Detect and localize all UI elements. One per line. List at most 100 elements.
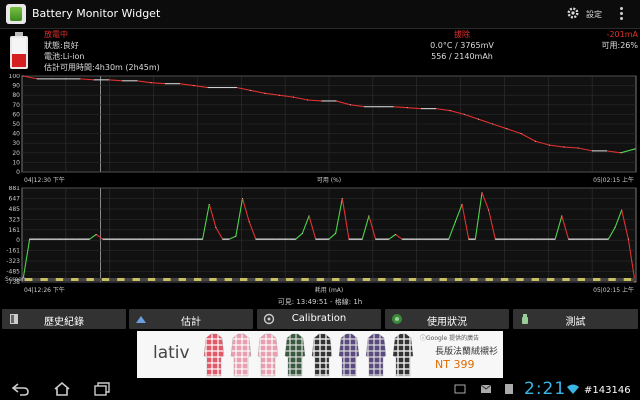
temp-voltage: 0.0°C / 3765mV bbox=[430, 41, 494, 50]
recent-apps-icon[interactable] bbox=[92, 381, 112, 397]
x-start-label: 04|12:30 下午 bbox=[24, 176, 65, 184]
screen-on-segment bbox=[71, 278, 79, 281]
data-point bbox=[361, 238, 363, 240]
data-point bbox=[414, 238, 416, 240]
y-tick-label: 0 bbox=[16, 169, 20, 176]
data-point bbox=[501, 238, 503, 240]
data-point bbox=[401, 238, 403, 240]
y-tick-label: 40 bbox=[12, 131, 20, 138]
data-point bbox=[349, 104, 351, 106]
tab-history[interactable]: 歷史紀錄 bbox=[2, 309, 126, 329]
ad-product-name: 長版法蘭絨襯衫 bbox=[435, 347, 499, 357]
screen-on-segment bbox=[193, 278, 202, 281]
y-tick-label: 60 bbox=[12, 111, 20, 118]
screen-on-segment bbox=[286, 278, 294, 281]
y-tick-label: 90 bbox=[12, 83, 20, 90]
plug-state: 拔除 bbox=[454, 30, 470, 39]
data-point bbox=[463, 113, 465, 115]
data-point bbox=[75, 238, 77, 240]
screen-on-segment bbox=[270, 278, 279, 281]
charge-state: 放電中 bbox=[44, 30, 68, 39]
ad-banner[interactable]: lativ ⓘGoogle 提供的廣告 長版法蘭絨襯衫 NT 399 bbox=[137, 331, 503, 378]
screen-on-segment bbox=[163, 278, 171, 281]
data-point bbox=[421, 238, 423, 240]
data-point bbox=[242, 198, 244, 200]
data-point bbox=[155, 238, 157, 240]
gear-icon[interactable] bbox=[566, 6, 580, 20]
ad-shirt bbox=[230, 333, 252, 377]
data-point bbox=[341, 198, 343, 200]
x-axis-label: 可用 (%) bbox=[317, 177, 341, 184]
data-point bbox=[102, 238, 104, 240]
screenshot-icon bbox=[454, 384, 466, 394]
data-point bbox=[449, 110, 451, 112]
data-point bbox=[594, 238, 596, 240]
data-point bbox=[567, 238, 569, 240]
data-point bbox=[375, 238, 377, 240]
data-point bbox=[627, 238, 629, 240]
y-tick-label: 485 bbox=[9, 206, 21, 213]
y-tick-label: 161 bbox=[9, 227, 21, 234]
data-point bbox=[193, 85, 195, 87]
data-point bbox=[208, 203, 210, 205]
data-point bbox=[591, 150, 593, 152]
screen-on-segment bbox=[255, 278, 263, 281]
data-point bbox=[521, 238, 523, 240]
data-point bbox=[395, 234, 397, 236]
availability-chart: 100908070605040302010004|12:30 下午 可用 (%) 0… bbox=[9, 73, 637, 184]
data-point bbox=[406, 107, 408, 109]
current-draw: -201mA bbox=[606, 30, 638, 39]
data-point bbox=[461, 203, 463, 205]
overflow-menu-icon[interactable] bbox=[620, 6, 624, 22]
consumption-chart: 8816474853231610-161-323-485-738Screen04… bbox=[5, 185, 637, 294]
ad-shirt bbox=[365, 333, 387, 377]
screen-state-strip bbox=[22, 278, 636, 281]
screen-on-segment bbox=[332, 278, 340, 281]
tab-usage[interactable]: 使用狀況 bbox=[385, 309, 509, 329]
data-point bbox=[548, 238, 550, 240]
data-point bbox=[228, 238, 230, 240]
settings-button[interactable]: 設定 bbox=[586, 9, 602, 20]
y-tick-label: 30 bbox=[12, 140, 20, 147]
screen-on-segment bbox=[454, 278, 463, 281]
data-point bbox=[506, 128, 508, 130]
back-icon[interactable] bbox=[10, 381, 30, 397]
screen-on-segment bbox=[86, 278, 94, 281]
data-point bbox=[82, 238, 84, 240]
tab-test[interactable]: 測試 bbox=[513, 309, 638, 329]
y-tick-label: -485 bbox=[6, 269, 20, 276]
screen-on-segment bbox=[608, 278, 616, 281]
screen-on-segment bbox=[117, 278, 125, 281]
data-point bbox=[381, 238, 383, 240]
data-point bbox=[477, 118, 479, 120]
tab-calibration[interactable]: Calibration bbox=[257, 309, 381, 329]
data-point bbox=[328, 238, 330, 240]
tab-estimate[interactable]: 估計 bbox=[129, 309, 253, 329]
data-point bbox=[549, 144, 551, 146]
data-point bbox=[563, 146, 565, 148]
data-point bbox=[481, 192, 483, 194]
data-point bbox=[441, 238, 443, 240]
x-end-label: 05|02:15 上午 bbox=[593, 176, 634, 184]
data-point bbox=[634, 281, 636, 283]
data-point bbox=[55, 238, 57, 240]
data-point bbox=[488, 209, 490, 211]
screen-on-segment bbox=[593, 278, 601, 281]
y-tick-label: 80 bbox=[12, 92, 20, 99]
data-point bbox=[606, 150, 608, 152]
data-point bbox=[221, 87, 223, 89]
data-point bbox=[264, 92, 266, 94]
data-point bbox=[295, 238, 297, 240]
data-point bbox=[541, 238, 543, 240]
data-point bbox=[468, 238, 470, 240]
home-icon[interactable] bbox=[52, 381, 72, 397]
data-point bbox=[179, 83, 181, 85]
ad-price: NT 399 bbox=[435, 358, 475, 371]
data-point bbox=[514, 238, 516, 240]
data-point bbox=[175, 238, 177, 240]
action-bar: Battery Monitor Widget 設定 bbox=[0, 0, 640, 29]
data-point bbox=[315, 238, 317, 240]
data-point bbox=[307, 99, 309, 101]
data-point bbox=[207, 87, 209, 89]
screen-on-segment bbox=[101, 278, 110, 281]
